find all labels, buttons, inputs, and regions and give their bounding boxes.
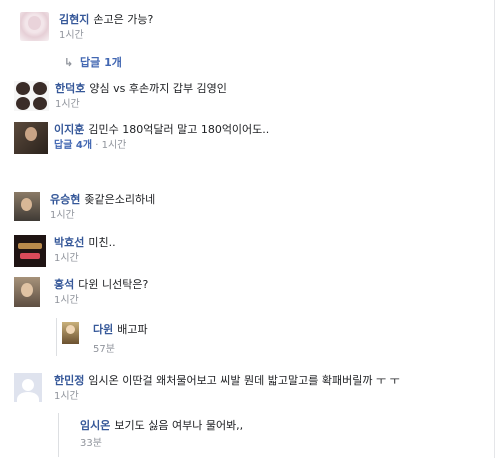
commenter-name[interactable]: 이지훈 (54, 123, 84, 136)
commenter-name[interactable]: 임시온 (80, 419, 110, 432)
comment: 김현지 손고은 가능? 1시간 (20, 12, 153, 43)
view-replies-link[interactable]: ↳ 답글 1개 (64, 54, 122, 70)
comment-timestamp[interactable]: 1시간 (54, 252, 116, 266)
comment-timestamp[interactable]: 1시간 (54, 390, 400, 404)
commenter-name[interactable]: 한민정 (54, 374, 84, 387)
comment: 홍석 다윈 니선탁은? 1시간 (14, 277, 148, 308)
meta-separator: · (95, 140, 99, 151)
comment-timestamp[interactable]: 1시간 (54, 294, 148, 308)
commenter-name[interactable]: 한덕호 (55, 82, 85, 95)
comment-text: 임시온 이딴걸 왜처물어보고 씨발 뭔데 밟고말고를 확패버릴까 ㅜ ㅜ (88, 374, 400, 387)
comment: 이지훈 김민수 180억달러 말고 180억이어도.. 답글 4개 · 1시간 (14, 122, 269, 154)
reply-count-link[interactable]: 답글 4개 (54, 140, 92, 151)
comment-timestamp[interactable]: 33분 (80, 437, 243, 451)
comment: 한덕호 양심 vs 후손까지 갑부 김영인 1시간 (14, 81, 227, 112)
comment-text: 김민수 180억달러 말고 180억이어도.. (88, 123, 270, 136)
reply-arrow-icon: ↳ (64, 56, 74, 69)
comment-text: 배고파 (117, 323, 148, 336)
reply-comment: 다윈 배고파 57분 (62, 322, 148, 357)
comment: 유승현 좆같은소리하네 1시간 (14, 192, 155, 223)
avatar[interactable] (14, 122, 48, 154)
comment-text: 미친.. (88, 236, 116, 249)
comment: 한민정 임시온 이딴걸 왜처물어보고 씨발 뭔데 밟고말고를 확패버릴까 ㅜ ㅜ … (14, 373, 400, 404)
commenter-name[interactable]: 김현지 (59, 13, 89, 26)
comment-text: 손고은 가능? (93, 13, 154, 26)
comment: 박효선 미친.. 1시간 (14, 235, 116, 267)
comment-timestamp[interactable]: 1시간 (102, 140, 127, 151)
comment-timestamp[interactable]: 1시간 (55, 98, 227, 112)
avatar[interactable] (14, 235, 46, 267)
avatar[interactable] (14, 81, 49, 111)
comment-timestamp[interactable]: 1시간 (59, 29, 153, 43)
commenter-name[interactable]: 다윈 (93, 323, 113, 336)
commenter-name[interactable]: 박효선 (54, 236, 84, 249)
comment-timestamp[interactable]: 1시간 (50, 209, 155, 223)
avatar[interactable] (14, 373, 42, 402)
replies-count[interactable]: 답글 1개 (80, 56, 122, 69)
comment-text: 좆같은소리하네 (84, 193, 156, 206)
avatar[interactable] (14, 192, 40, 221)
comment-text: 양심 vs 후손까지 갑부 김영인 (89, 82, 227, 95)
avatar[interactable] (20, 12, 49, 41)
comment-timestamp[interactable]: 57분 (93, 343, 148, 357)
commenter-name[interactable]: 유승현 (50, 193, 80, 206)
comment-thread: 김현지 손고은 가능? 1시간 ↳ 답글 1개 한덕호 양심 vs 후손까지 갑부 김… (0, 0, 495, 458)
avatar[interactable] (62, 322, 79, 344)
comment-text: 다윈 니선탁은? (78, 278, 149, 291)
avatar[interactable] (14, 277, 40, 307)
commenter-name[interactable]: 홍석 (54, 278, 74, 291)
comment-text: 보기도 싫음 여부나 물어봐,, (114, 419, 244, 432)
reply-comment: 임시온 보기도 싫음 여부나 물어봐,, 33분 (80, 418, 243, 451)
